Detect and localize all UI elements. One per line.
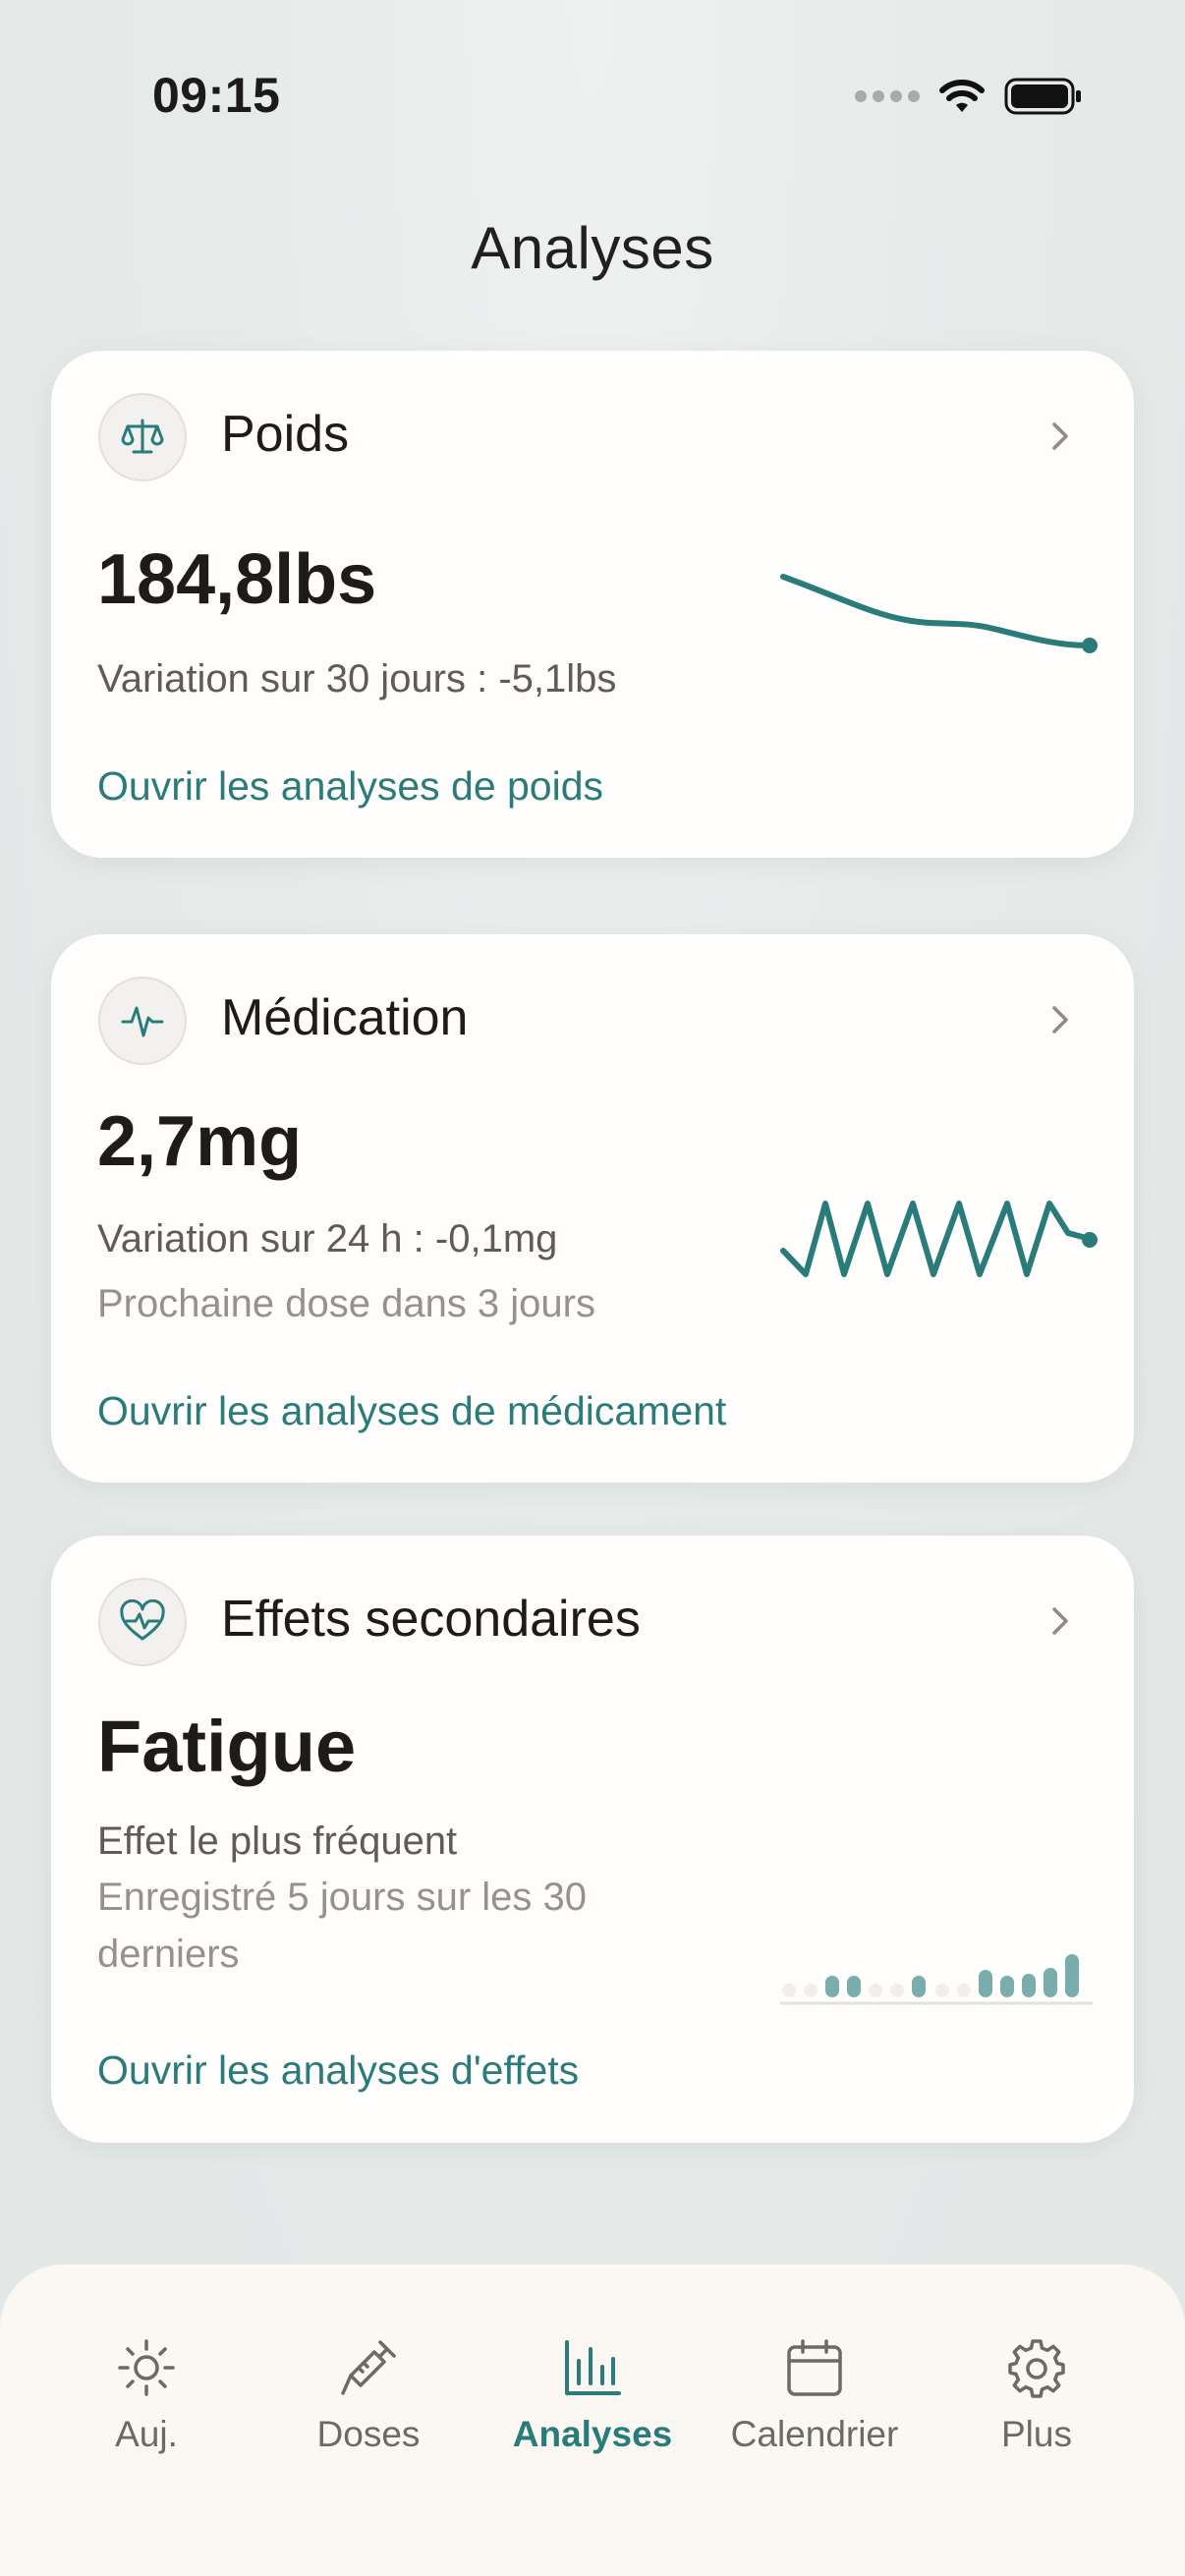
signal-icon: [855, 90, 920, 102]
sun-icon: [38, 2333, 254, 2402]
weight-card-title: Poids: [221, 406, 350, 463]
tab-more[interactable]: Plus: [929, 2333, 1145, 2455]
pulse-icon: [98, 977, 187, 1065]
tab-label: Doses: [316, 2414, 421, 2454]
wifi-icon: [939, 80, 985, 112]
tab-today[interactable]: Auj.: [38, 2333, 254, 2455]
medication-analytics-link[interactable]: Ouvrir les analyses de médicament: [97, 1388, 726, 1434]
medication-sparkline: [780, 1201, 1098, 1277]
medication-card[interactable]: Médication 2,7mg Variation sur 24 h : -0…: [51, 934, 1134, 1483]
side-effect-subtitle: Effet le plus fréquent: [97, 1820, 458, 1863]
status-icons: [855, 69, 1083, 124]
tab-label: Analyses: [512, 2414, 673, 2454]
side-effects-card[interactable]: Effets secondaires Fatigue Effet le plus…: [51, 1536, 1134, 2143]
tab-analyses[interactable]: Analyses: [484, 2333, 701, 2455]
heart-pulse-icon: [98, 1578, 187, 1666]
chevron-right-icon[interactable]: [1044, 1003, 1077, 1036]
tab-bar: Auj. Doses Analyses Calendrier Plus: [0, 2265, 1185, 2576]
battery-icon: [1004, 78, 1081, 115]
side-effect-recorded: Enregistré 5 jours sur les 30 derniers: [97, 1876, 588, 1976]
side-effect-value: Fatigue: [97, 1706, 357, 1787]
tab-doses[interactable]: Doses: [260, 2333, 477, 2455]
bar-chart-icon: [484, 2333, 701, 2402]
chevron-right-icon[interactable]: [1044, 420, 1077, 453]
page-title: Analyses: [471, 215, 714, 281]
tab-label: Calendrier: [730, 2414, 899, 2454]
side-effects-analytics-link[interactable]: Ouvrir les analyses d'effets: [97, 2047, 579, 2094]
medication-next-dose: Prochaine dose dans 3 jours: [97, 1282, 595, 1325]
medication-card-title: Médication: [221, 989, 469, 1046]
chevron-right-icon[interactable]: [1044, 1604, 1077, 1638]
tab-calendar[interactable]: Calendrier: [706, 2333, 923, 2455]
status-time: 09:15: [152, 68, 281, 123]
weight-analytics-link[interactable]: Ouvrir les analyses de poids: [97, 763, 603, 810]
tab-label: Plus: [1001, 2414, 1072, 2454]
calendar-icon: [706, 2333, 923, 2402]
side-effects-card-title: Effets secondaires: [221, 1591, 641, 1648]
weight-value: 184,8lbs: [97, 540, 377, 619]
weight-sparkline: [780, 574, 1098, 653]
weight-card[interactable]: Poids 184,8lbs Variation sur 30 jours : …: [51, 351, 1134, 858]
side-effects-bar-sparkline: [780, 1954, 1093, 2005]
weight-variation: Variation sur 30 jours : -5,1lbs: [97, 657, 617, 700]
scale-icon: [98, 393, 187, 481]
medication-value: 2,7mg: [97, 1102, 303, 1181]
medication-variation: Variation sur 24 h : -0,1mg: [97, 1217, 558, 1260]
tab-label: Auj.: [115, 2414, 178, 2454]
gear-icon: [929, 2333, 1145, 2402]
syringe-icon: [260, 2333, 477, 2402]
